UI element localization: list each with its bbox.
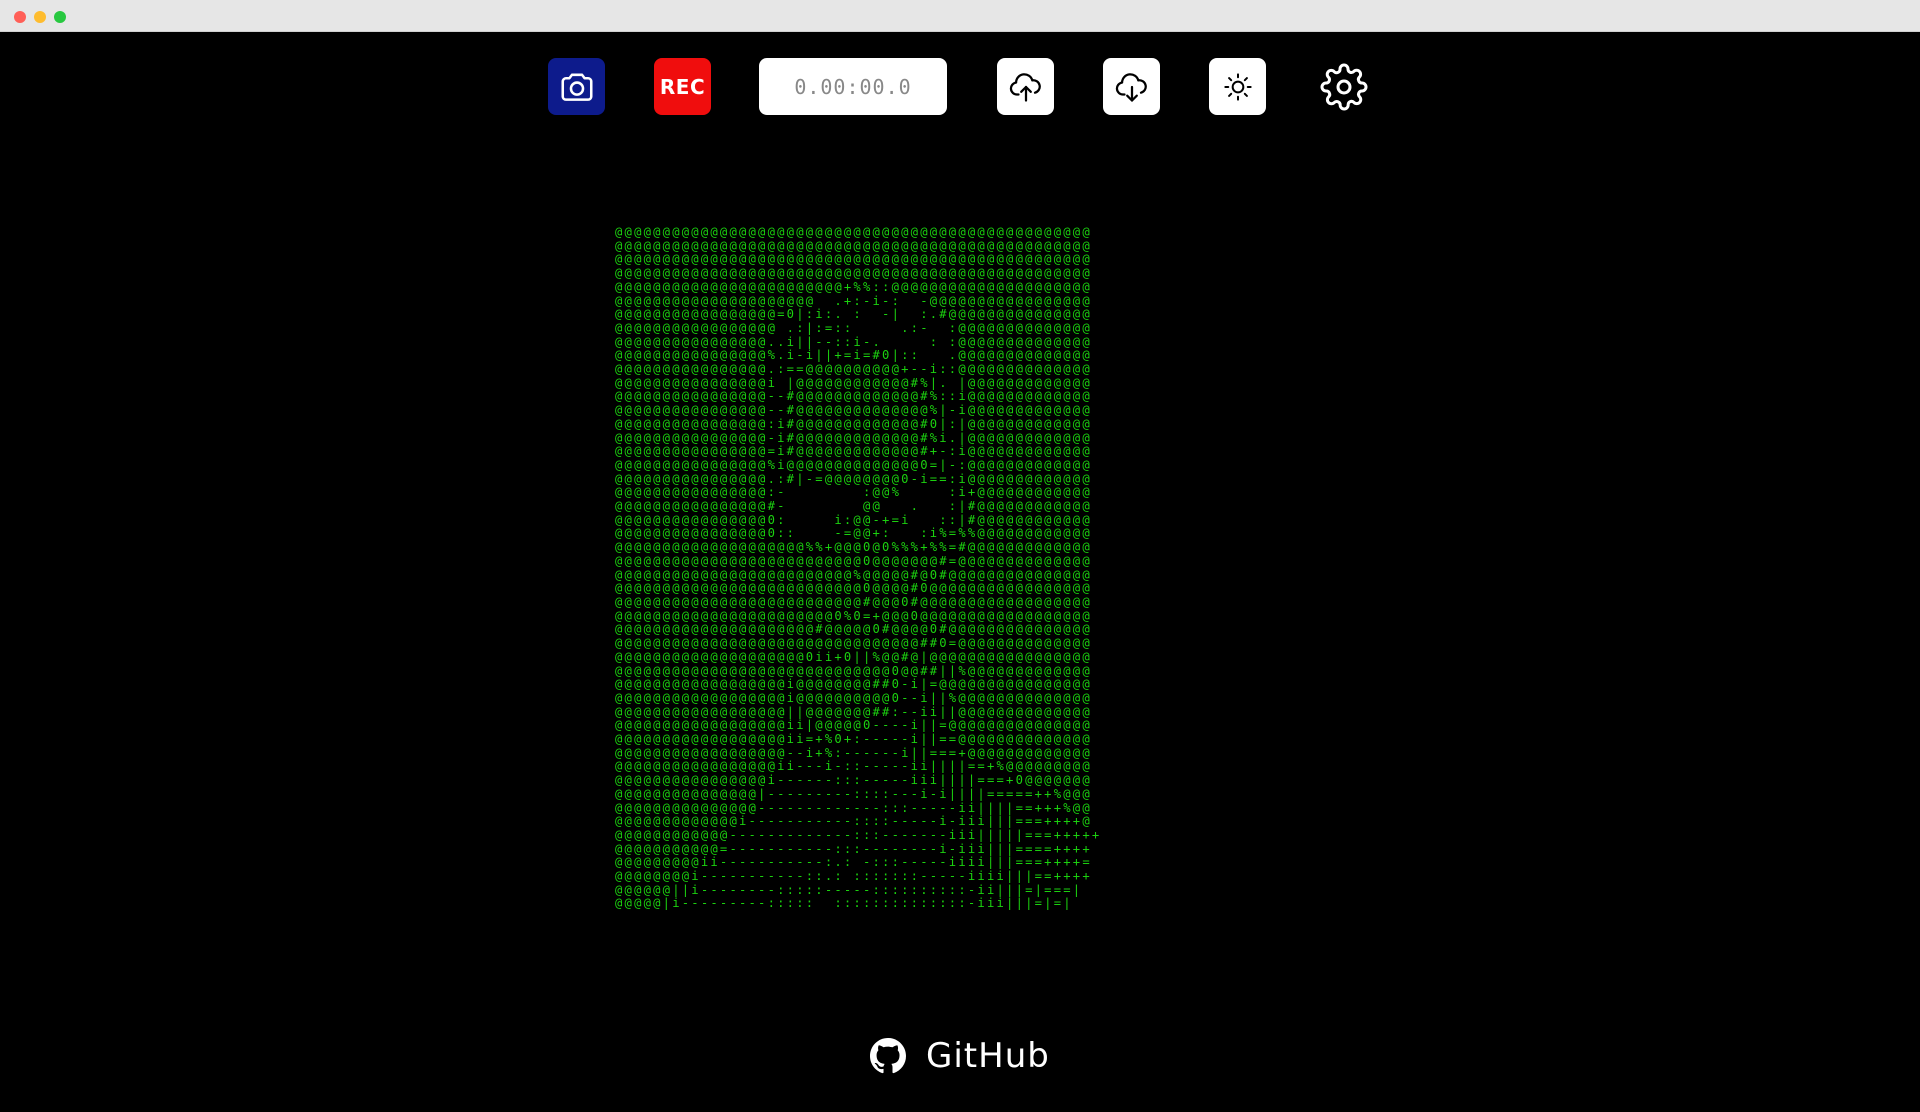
ascii-line: @@@@@@@@@@@@@@@@i |@@@@@@@@@@@@#%|. |@@@… (615, 375, 1092, 390)
ascii-line: @@@@@@@@@@@@@@@@@@ii=+%0+:-----i||==@@@@… (615, 732, 1092, 747)
app-root: REC 0.00:00.0 @@@@@@@@@@@@@@@@@@@@@@@@@@… (0, 32, 1920, 1112)
window-title-bar (0, 0, 1920, 32)
sun-icon (1223, 72, 1252, 101)
ascii-line: @@@@@@@@@@@@@@@@@@--i+%:------i||===+@@@… (615, 745, 1092, 760)
ascii-line: @@@@@@@@@@@@@@@@--#@@@@@@@@@@@@@@%|-i@@@… (615, 403, 1092, 418)
ascii-line: @@@@@@@@@@@@@@@@@@@@@@@@@@0@@@@@@@#=@@@@… (615, 553, 1092, 568)
cloud-upload-icon (1009, 72, 1041, 102)
recording-timer: 0.00:00.0 (759, 58, 947, 115)
ascii-line: @@@@@@@@@@@@@@@@=i#@@@@@@@@@@@@@#+-:i@@@… (615, 444, 1092, 459)
ascii-line: @@@@@@@@@@@=-----------:::--------i-iii|… (615, 841, 1092, 856)
ascii-line: @@@@@@@@@@@@@@@@0:: -=@@+: :i%=%%@@@@@@@… (615, 526, 1092, 541)
maximize-window-button[interactable] (54, 11, 66, 23)
ascii-line: @@@@@@@@i-----------::.: :::::::-----iii… (615, 869, 1092, 884)
ascii-line: @@@@@@@@@@@@@@@@.:#|-=@@@@@@@@0-i==:i@@@… (615, 471, 1092, 486)
ascii-video-frame: @@@@@@@@@@@@@@@@@@@@@@@@@@@@@@@@@@@@@@@@… (615, 226, 1305, 916)
ascii-line: @@@@@@@@@@@@@@@@%i@@@@@@@@@@@@@@0=|-:@@@… (615, 457, 1092, 472)
ascii-line: @@@@@@@@@@@@@@@-------------:::-----ii||… (615, 800, 1092, 815)
ascii-line: @@@@@@@@@@@@@@@@@@@@@@@@@@@@@@@@@@@@@@@@… (615, 238, 1092, 253)
close-window-button[interactable] (14, 11, 26, 23)
ascii-line: @@@@@@@@@@@@@@@@@ii---i-::-----ii||||==+… (615, 759, 1092, 774)
camera-icon (560, 73, 593, 101)
ascii-line: @@@@@@@@@@@@@@@@-i#@@@@@@@@@@@@@#%i.|@@@… (615, 430, 1092, 445)
ascii-line: @@@@@@@@@@@@@@@@%.i-i||+=i=#0|:: .@@@@@@… (615, 348, 1092, 363)
ascii-line: @@@@@@@@@@@@@@@@@@@@%%+@@@0@0%%%+%%=#@@@… (615, 540, 1092, 555)
ascii-line: @@@@@@@@@@@@@@@@@=0|:i:. : -| :.#@@@@@@@… (615, 307, 1092, 322)
ascii-line: @@@@@@@@@@@@@@@@:i#@@@@@@@@@@@@@#0|:|@@@… (615, 416, 1092, 431)
download-button[interactable] (1103, 58, 1160, 115)
ascii-line: @@@@@@@@@@@@@@@@@@@@@@@@@%@@@@@#@0#@@@@@… (615, 567, 1092, 582)
ascii-line: @@@@@@@@@@@@@@@@@@@@@@@@@@@@@@@@@@@@@@@@… (615, 266, 1092, 281)
cloud-download-icon (1115, 72, 1147, 102)
ascii-line: @@@@@@@@@@@@@@@@@@@@0ii+0||%@@#@|@@@@@@@… (615, 649, 1092, 664)
ascii-line: @@@@@@@@@@@@@@@@@@i@@@@@@@@##0-i|=@@@@@@… (615, 677, 1092, 692)
settings-button[interactable] (1315, 58, 1372, 115)
ascii-line: @@@@@@@@@@@@-------------:::-------iii||… (615, 827, 1102, 842)
ascii-line: @@@@@@@@@@@@@i-----------::::-----i-iii|… (615, 814, 1092, 829)
ascii-line: @@@@@@@@@@@@@@@@@@@@@@@@@@@@@@@@@@@@@@@@… (615, 226, 1092, 239)
ascii-line: @@@@@@@@@@@@@@@@@@@@@@@@@@@@@@@@@@@@@@@@… (615, 252, 1092, 267)
camera-button[interactable] (548, 58, 605, 115)
ascii-line: @@@@@@@@@ii-----------:.: -:::-----iiii|… (615, 855, 1092, 870)
upload-button[interactable] (997, 58, 1054, 115)
ascii-line: @@@@@@@@@@@@@@@@@@||@@@@@@@##:--ii||@@@@… (615, 704, 1092, 719)
toolbar: REC 0.00:00.0 (0, 58, 1920, 116)
ascii-line: @@@@@|i---------::::: ::::::::::::::-iii… (615, 896, 1073, 911)
ascii-line: @@@@@@@@@@@@@@@@@@@@@@@@@@@@@@@@##0=@@@@… (615, 636, 1092, 651)
ascii-line: @@@@@@@@@@@@@@@@@@@@@@@@+%%::@@@@@@@@@@@… (615, 279, 1092, 294)
ascii-line: @@@@@@@@@@@@@@@@@@i@@@@@@@@@@0--i||%@@@@… (615, 690, 1092, 705)
ascii-line: @@@@@@@@@@@@@@@@@@@@@#@@@@@0#@@@@0#@@@@@… (615, 622, 1092, 637)
ascii-line: @@@@@@@@@@@@@@@@@@@@@@@0%0=+@@@0@@@@@@@@… (615, 608, 1092, 623)
ascii-line: @@@@@@@@@@@@@@@@--#@@@@@@@@@@@@@#%::i@@@… (615, 389, 1092, 404)
github-link-label: GitHub (926, 1036, 1050, 1076)
ascii-line: @@@@@@@@@@@@@@@@@@ii|@@@@@0----i||=@@@@@… (615, 718, 1092, 733)
ascii-line: @@@@@@@@@@@@@@@@@ .:|:=:: .:- :@@@@@@@@@… (615, 320, 1092, 335)
gear-icon (1320, 63, 1367, 110)
ascii-line: @@@@@@@@@@@@@@@@.:==@@@@@@@@@@+--i::@@@@… (615, 362, 1092, 377)
ascii-line: @@@@@@@@@@@@@@@@0: i:@@-+=i ::|#@@@@@@@@… (615, 512, 1092, 527)
ascii-line: @@@@@@@@@@@@@@@|---------::::---i-i||||=… (615, 786, 1092, 801)
ascii-line: @@@@@@@@@@@@@@@@@@@@@@@@@@@@@0@@##||%@@@… (615, 663, 1092, 678)
ascii-line: @@@@@@@@@@@@@@@@@@@@@@@@@@#@@@0#@@@@@@@@… (615, 594, 1092, 609)
ascii-line: @@@@@@||i--------:::::-----::::::::::-ii… (615, 882, 1083, 897)
ascii-line: @@@@@@@@@@@@@@@@@@@@@ .+:-i-: -@@@@@@@@@… (615, 293, 1092, 308)
github-link[interactable]: GitHub (870, 1032, 1050, 1080)
ascii-line: @@@@@@@@@@@@@@@@..i||--::i-. : :@@@@@@@@… (615, 334, 1092, 349)
ascii-line: @@@@@@@@@@@@@@@@:- :@@% :i+@@@@@@@@@@@@ (615, 485, 1092, 500)
minimize-window-button[interactable] (34, 11, 46, 23)
brightness-button[interactable] (1209, 58, 1266, 115)
github-icon (870, 1038, 906, 1074)
record-button-label: REC (659, 74, 706, 99)
ascii-line: @@@@@@@@@@@@@@@@#- @@ . :|#@@@@@@@@@@@@ (615, 499, 1092, 514)
record-button[interactable]: REC (654, 58, 711, 115)
ascii-line: @@@@@@@@@@@@@@@@i------:::-----iii||||==… (615, 773, 1092, 788)
ascii-line: @@@@@@@@@@@@@@@@@@@@@@@@@@0@@@@#0@@@@@@@… (615, 581, 1092, 596)
